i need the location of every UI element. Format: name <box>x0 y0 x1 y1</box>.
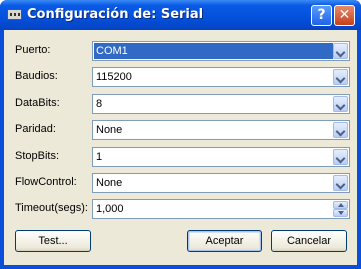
test-button[interactable]: Test... <box>15 230 91 252</box>
databits-label: DataBits: <box>15 97 60 109</box>
title-bar[interactable]: Configuración de: Serial ? ✕ <box>0 0 361 30</box>
chevron-down-icon[interactable] <box>333 122 348 138</box>
window-title: Configuración de: Serial <box>27 7 204 22</box>
accept-button[interactable]: Aceptar <box>187 230 262 252</box>
chevron-down-icon[interactable] <box>333 43 348 59</box>
flowcontrol-value: None <box>96 177 123 189</box>
parity-label: Paridad: <box>15 123 56 135</box>
dialog-body: Puerto: COM1 Baudios: 115200 DataBits: 8… <box>4 30 357 265</box>
baud-value: 115200 <box>96 71 132 83</box>
chevron-down-icon[interactable] <box>333 69 348 85</box>
stopbits-value: 1 <box>96 151 103 163</box>
port-select[interactable]: COM1 <box>92 41 350 61</box>
dialog-window: Configuración de: Serial ? ✕ Puerto: COM… <box>0 0 361 269</box>
baud-label: Baudios: <box>15 70 58 82</box>
stopbits-label: StopBits: <box>15 150 60 162</box>
chevron-down-icon[interactable] <box>333 175 348 191</box>
chevron-down-icon[interactable] <box>333 149 348 165</box>
serial-port-icon <box>7 9 22 20</box>
timeout-label: Timeout(segs): <box>15 202 88 214</box>
flowcontrol-select[interactable]: None <box>92 173 350 193</box>
cancel-button[interactable]: Cancelar <box>271 230 347 252</box>
port-value: COM1 <box>94 43 333 59</box>
flowcontrol-label: FlowControl: <box>15 176 77 188</box>
databits-select[interactable]: 8 <box>92 94 350 114</box>
port-label: Puerto: <box>15 44 51 56</box>
help-button[interactable]: ? <box>311 5 332 26</box>
spinner-arrows <box>333 201 348 217</box>
spin-up-icon[interactable] <box>333 201 348 209</box>
baud-select[interactable]: 115200 <box>92 67 350 87</box>
timeout-value[interactable]: 1,000 <box>96 203 124 215</box>
stopbits-select[interactable]: 1 <box>92 147 350 167</box>
chevron-down-icon[interactable] <box>333 96 348 112</box>
spin-down-icon[interactable] <box>333 209 348 217</box>
close-button[interactable]: ✕ <box>334 5 355 26</box>
parity-value: None <box>96 124 123 136</box>
parity-select[interactable]: None <box>92 120 350 140</box>
databits-value: 8 <box>96 98 103 110</box>
timeout-spinner[interactable]: 1,000 <box>92 199 350 219</box>
